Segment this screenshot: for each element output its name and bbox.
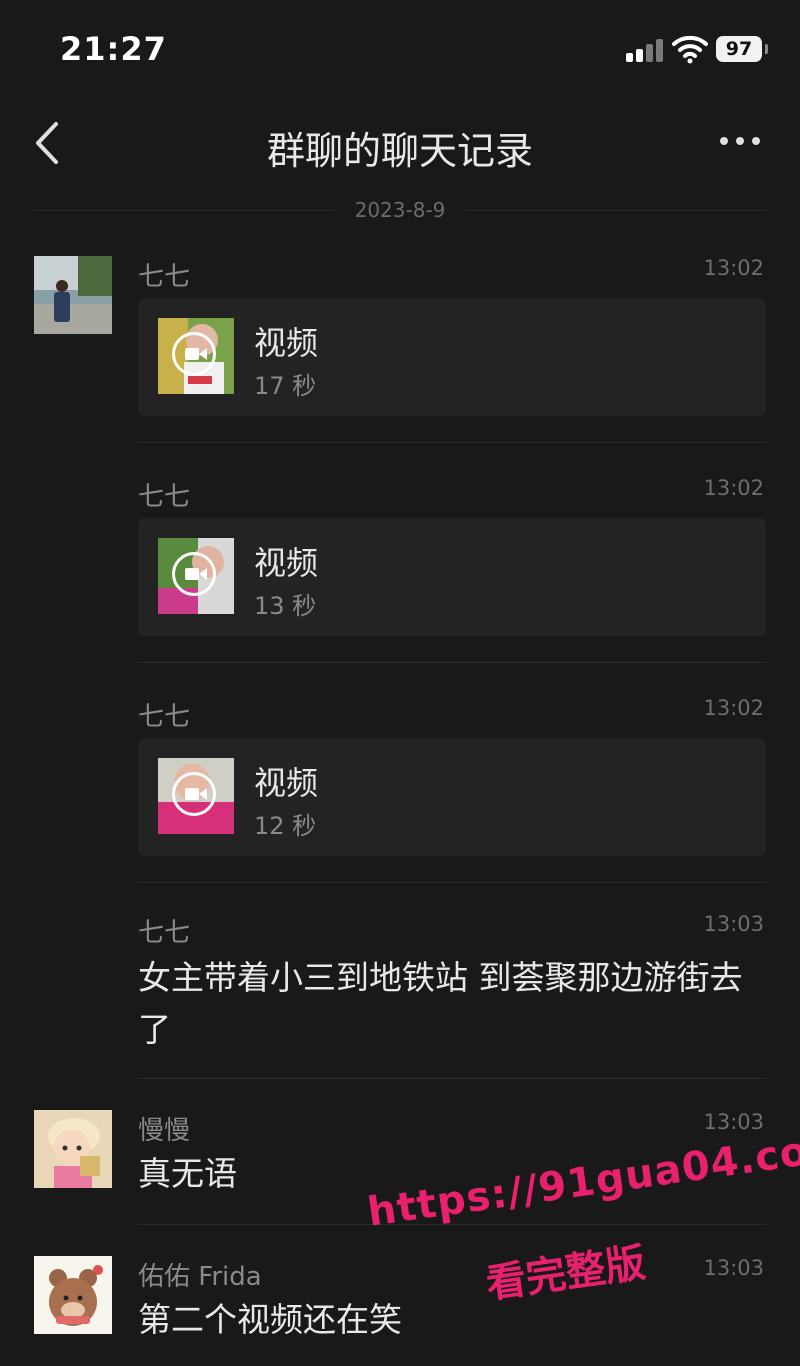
- wifi-icon: [672, 35, 708, 64]
- message-text: 真无语: [138, 1154, 237, 1193]
- video-duration: 12 秒: [254, 812, 317, 840]
- sender-name: 七七: [138, 702, 191, 732]
- sender-name: 慢慢: [138, 1116, 191, 1146]
- message-time: 13:03: [703, 912, 764, 936]
- video-label: 视频: [254, 544, 319, 582]
- play-video-icon: [172, 332, 216, 376]
- status-bar: 21:27 97: [0, 0, 800, 100]
- cellular-signal-icon: [626, 38, 666, 62]
- message-time: 13:02: [703, 476, 764, 500]
- date-separator: 2023-8-9: [0, 198, 800, 228]
- message-text: 女主带着小三到地铁站 到荟聚那边游街去了: [138, 958, 743, 1049]
- divider: [138, 882, 766, 883]
- video-label: 视频: [254, 324, 319, 362]
- video-duration: 17 秒: [254, 372, 317, 400]
- video-message-card[interactable]: 视频 17 秒: [138, 298, 766, 416]
- message-time: 13:02: [703, 256, 764, 280]
- divider: [138, 662, 766, 663]
- message-text: 第二个视频还在笑: [138, 1300, 402, 1339]
- divider: [466, 210, 766, 211]
- battery-tip: [765, 44, 768, 54]
- avatar[interactable]: [34, 1256, 112, 1334]
- avatar[interactable]: [34, 256, 112, 334]
- divider: [138, 1078, 766, 1079]
- video-duration: 13 秒: [254, 592, 317, 620]
- play-video-icon: [172, 552, 216, 596]
- page-title: 群聊的聊天记录: [266, 129, 533, 173]
- message-time: 13:03: [703, 1256, 764, 1280]
- avatar[interactable]: [34, 1110, 112, 1188]
- battery-level: 97: [716, 36, 762, 62]
- play-video-icon: [172, 772, 216, 816]
- sender-name: 七七: [138, 918, 191, 948]
- video-message-card[interactable]: 视频 13 秒: [138, 518, 766, 636]
- video-thumbnail: [158, 758, 234, 834]
- divider: [138, 442, 766, 443]
- sender-name: 佑佑 Frida: [138, 1262, 262, 1292]
- video-thumbnail: [158, 318, 234, 394]
- video-thumbnail: [158, 538, 234, 614]
- sender-name: 七七: [138, 482, 191, 512]
- sender-name: 七七: [138, 262, 191, 292]
- video-message-card[interactable]: 视频 12 秒: [138, 738, 766, 856]
- message-time: 13:02: [703, 696, 764, 720]
- nav-bar: 群聊的聊天记录: [0, 100, 800, 190]
- message-time: 13:03: [703, 1110, 764, 1134]
- divider: [138, 1224, 766, 1225]
- more-options-icon[interactable]: [712, 126, 768, 156]
- video-label: 视频: [254, 764, 319, 802]
- status-time: 21:27: [60, 30, 167, 68]
